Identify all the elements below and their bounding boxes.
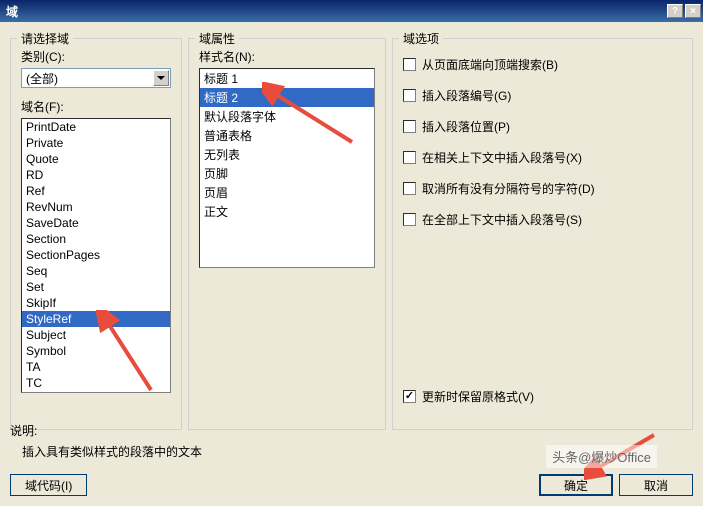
select-field-group: 请选择域 类别(C): (全部) 域名(F): PrintDatePrivate… — [10, 38, 182, 430]
option-label: 取消所有没有分隔符号的字符(D) — [422, 180, 595, 197]
fieldname-label: 域名(F): — [21, 98, 171, 115]
group-label-select: 请选择域 — [17, 30, 73, 47]
list-item[interactable]: Seq — [22, 263, 170, 279]
list-item[interactable]: SectionPages — [22, 247, 170, 263]
list-item[interactable]: RD — [22, 167, 170, 183]
checkbox-icon — [403, 151, 416, 164]
option-checkbox[interactable]: 在全部上下文中插入段落号(S) — [403, 211, 682, 228]
option-checkbox[interactable]: 从页面底端向顶端搜索(B) — [403, 56, 682, 73]
stylename-label: 样式名(N): — [199, 48, 375, 65]
list-item[interactable]: 标题 1 — [200, 69, 374, 88]
cancel-button[interactable]: 取消 — [619, 474, 693, 496]
list-item[interactable]: 默认段落字体 — [200, 107, 374, 126]
list-item[interactable]: Template — [22, 391, 170, 393]
option-checkbox[interactable]: 插入段落编号(G) — [403, 87, 682, 104]
list-item[interactable]: 正文 — [200, 202, 374, 221]
list-item[interactable]: Ref — [22, 183, 170, 199]
list-item[interactable]: Subject — [22, 327, 170, 343]
list-item[interactable]: RevNum — [22, 199, 170, 215]
checkbox-icon — [403, 89, 416, 102]
list-item[interactable]: Quote — [22, 151, 170, 167]
properties-group: 域属性 样式名(N): 标题 1标题 2默认段落字体普通表格无列表页脚页眉正文 — [188, 38, 386, 430]
preserve-format-label: 更新时保留原格式(V) — [422, 388, 534, 405]
category-label: 类别(C): — [21, 48, 171, 65]
ok-button[interactable]: 确定 — [539, 474, 613, 496]
chevron-down-icon — [153, 70, 169, 86]
list-item[interactable]: 页眉 — [200, 183, 374, 202]
list-item[interactable]: Private — [22, 135, 170, 151]
stylename-listbox[interactable]: 标题 1标题 2默认段落字体普通表格无列表页脚页眉正文 — [199, 68, 375, 268]
field-codes-button[interactable]: 域代码(I) — [10, 474, 87, 496]
list-item[interactable]: PrintDate — [22, 119, 170, 135]
list-item[interactable]: 无列表 — [200, 145, 374, 164]
list-item[interactable]: 普通表格 — [200, 126, 374, 145]
help-button[interactable]: ? — [667, 4, 683, 18]
checkbox-icon — [403, 120, 416, 133]
close-button[interactable]: × — [685, 4, 701, 18]
list-item[interactable]: Set — [22, 279, 170, 295]
option-checkbox[interactable]: 取消所有没有分隔符号的字符(D) — [403, 180, 682, 197]
option-label: 在全部上下文中插入段落号(S) — [422, 211, 582, 228]
list-item[interactable]: TA — [22, 359, 170, 375]
checkbox-icon — [403, 390, 416, 403]
list-item[interactable]: SkipIf — [22, 295, 170, 311]
list-item[interactable]: TC — [22, 375, 170, 391]
option-checkbox[interactable]: 插入段落位置(P) — [403, 118, 682, 135]
checkbox-icon — [403, 213, 416, 226]
category-value: (全部) — [26, 70, 58, 87]
option-label: 插入段落编号(G) — [422, 87, 511, 104]
checkbox-icon — [403, 182, 416, 195]
checkbox-icon — [403, 58, 416, 71]
preserve-format-checkbox[interactable]: 更新时保留原格式(V) — [403, 388, 682, 405]
fieldname-listbox[interactable]: PrintDatePrivateQuoteRDRefRevNumSaveDate… — [21, 118, 171, 393]
options-group: 域选项 从页面底端向顶端搜索(B)插入段落编号(G)插入段落位置(P)在相关上下… — [392, 38, 693, 430]
list-item[interactable]: StyleRef — [22, 311, 170, 327]
list-item[interactable]: 标题 2 — [200, 88, 374, 107]
category-select[interactable]: (全部) — [21, 68, 171, 88]
list-item[interactable]: Section — [22, 231, 170, 247]
description-label: 说明: — [10, 422, 693, 439]
list-item[interactable]: Symbol — [22, 343, 170, 359]
option-label: 在相关上下文中插入段落号(X) — [422, 149, 582, 166]
watermark-text: 头条@爆炒Office — [546, 445, 657, 468]
list-item[interactable]: 页脚 — [200, 164, 374, 183]
option-checkbox[interactable]: 在相关上下文中插入段落号(X) — [403, 149, 682, 166]
list-item[interactable]: SaveDate — [22, 215, 170, 231]
option-label: 插入段落位置(P) — [422, 118, 510, 135]
titlebar: 域 ? × — [0, 0, 703, 22]
group-label-properties: 域属性 — [195, 30, 239, 47]
option-label: 从页面底端向顶端搜索(B) — [422, 56, 558, 73]
group-label-options: 域选项 — [399, 30, 443, 47]
window-title: 域 — [2, 3, 665, 20]
